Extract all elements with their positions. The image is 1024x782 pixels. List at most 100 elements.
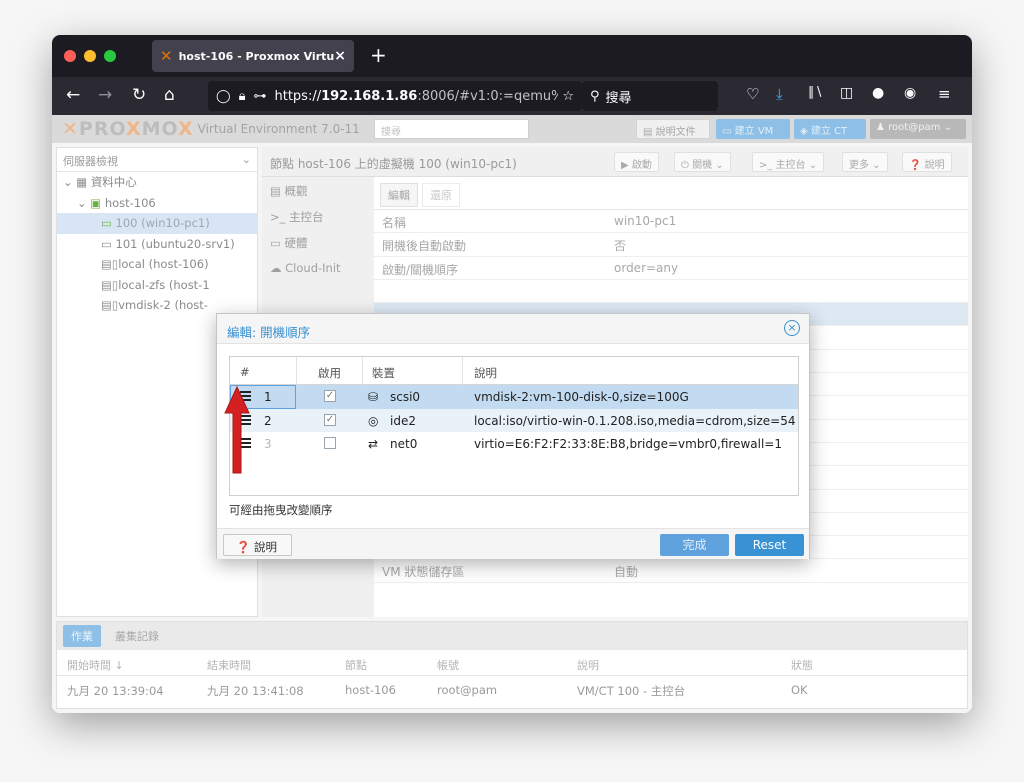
- task-tabs: 作業 叢集記錄: [57, 622, 967, 650]
- back-icon[interactable]: ←: [66, 85, 80, 105]
- option-row[interactable]: 名稱 win10-pc1: [374, 210, 968, 234]
- cdrom-icon: ◎: [368, 413, 379, 428]
- extension-icon[interactable]: ◉: [904, 85, 916, 101]
- download-icon[interactable]: ⤓: [776, 85, 783, 103]
- minimize-window-button[interactable]: [84, 50, 96, 62]
- tree-node-host[interactable]: ⌄ ▣ host-106: [57, 193, 257, 214]
- drag-hint: 可經由拖曳改變順序: [229, 503, 333, 517]
- enabled-checkbox[interactable]: ✓: [324, 390, 336, 402]
- nav-bar: ← → ↻ ⌂ ◯ 🔒︎ ⊶ https://192.168.1.86:8006…: [52, 77, 972, 115]
- tree-node-storage-local[interactable]: ▤▯local (host-106): [57, 254, 257, 275]
- create-vm-button[interactable]: ▭ 建立 VM: [716, 119, 790, 139]
- pve-header: ✕PROXMOX Virtual Environment 7.0-11 搜尋 ▤…: [52, 115, 972, 143]
- option-row[interactable]: [374, 280, 968, 304]
- view-selector[interactable]: 伺服器檢視 ⌄: [57, 148, 257, 172]
- zoom-window-button[interactable]: [104, 50, 116, 62]
- col-device[interactable]: 裝置: [372, 365, 395, 381]
- task-start: 九月 20 13:39:04: [67, 684, 164, 698]
- bookmark-star-icon[interactable]: ☆: [562, 89, 574, 104]
- boot-order-row[interactable]: 1 ✓ ⛁ scsi0 vmdisk-2:vm-100-disk-0,size=100G: [230, 385, 798, 409]
- close-window-button[interactable]: [64, 50, 76, 62]
- tab-cluster-log[interactable]: 叢集記錄: [107, 625, 167, 647]
- disk-icon: ⛁: [368, 390, 379, 404]
- task-node: host-106: [345, 683, 396, 697]
- option-row[interactable]: 開機後自動啟動 否: [374, 233, 968, 257]
- more-button[interactable]: 更多 ⌄: [842, 152, 888, 172]
- task-status: OK: [791, 683, 808, 697]
- help-label: 說明: [253, 540, 277, 554]
- col-enabled[interactable]: 啟用: [318, 365, 341, 381]
- option-row[interactable]: 啟動/關機順序 order=any: [374, 257, 968, 280]
- option-value: order=any: [614, 260, 679, 275]
- col-user[interactable]: 帳號: [437, 657, 459, 673]
- row-number: 2: [264, 413, 272, 428]
- task-row[interactable]: 九月 20 13:39:04 九月 20 13:41:08 host-106 r…: [57, 676, 967, 702]
- sidebar-icon[interactable]: ◫: [840, 85, 853, 101]
- shutdown-button[interactable]: ⏻ 關機 ⌄: [674, 152, 731, 172]
- revert-button[interactable]: 還原: [422, 183, 460, 207]
- close-icon[interactable]: ×: [784, 320, 800, 336]
- pocket-icon[interactable]: ♡: [746, 85, 759, 103]
- option-value: 否: [614, 239, 627, 254]
- option-key: VM 狀態儲存區: [382, 565, 465, 580]
- tree-node-vm-100[interactable]: ▭ 100 (win10-pc1): [57, 213, 257, 234]
- task-end: 九月 20 13:41:08: [207, 684, 304, 698]
- reset-button[interactable]: Reset: [735, 534, 804, 556]
- col-number[interactable]: #: [240, 365, 250, 379]
- device-name: net0: [390, 437, 418, 451]
- boot-order-row[interactable]: 2 ✓ ◎ ide2 local:iso/virtio-win-0.1.208.iso,…: [230, 408, 798, 432]
- tab-close-icon[interactable]: ×: [334, 48, 346, 64]
- forward-icon[interactable]: →: [98, 85, 112, 105]
- enabled-checkbox[interactable]: ✓: [324, 413, 336, 426]
- enabled-checkbox[interactable]: [324, 437, 336, 449]
- help-button[interactable]: ❓ 說明: [223, 534, 292, 556]
- device-description: local:iso/virtio-win-0.1.208.iso,media=c…: [474, 413, 796, 428]
- global-search-input[interactable]: 搜尋: [374, 119, 529, 139]
- user-menu-button[interactable]: ♟ root@pam ⌄: [870, 119, 966, 139]
- start-button[interactable]: ▶ 啟動: [614, 152, 659, 172]
- url-bar[interactable]: ◯ 🔒︎ ⊶ https://192.168.1.86:8006/#v1:0:=…: [208, 81, 582, 111]
- option-row[interactable]: VM 狀態儲存區 自動: [374, 559, 968, 583]
- help-button[interactable]: ❓ 說明: [902, 152, 952, 172]
- url-protocol: https://: [274, 88, 322, 104]
- new-tab-button[interactable]: +: [370, 43, 387, 67]
- boot-order-row[interactable]: 3 ⇄ net0 virtio=E6:F2:F2:33:8E:B8,bridge=vm…: [230, 432, 798, 456]
- proxmox-logo: ✕PROXMOX: [62, 118, 194, 140]
- tree-node-datacenter[interactable]: ⌄ ▦ 資料中心: [57, 172, 257, 193]
- row-number: 3: [264, 437, 272, 451]
- create-ct-button[interactable]: ◈ 建立 CT: [794, 119, 866, 139]
- tab-title: host-106 - Proxmox Virtual Envir: [178, 49, 335, 63]
- option-value: 自動: [614, 565, 639, 580]
- grid-header: # 啟用 裝置 說明: [230, 357, 798, 385]
- account-icon[interactable]: ●: [872, 85, 884, 101]
- nav-console[interactable]: >_ 主控台: [262, 203, 374, 229]
- nav-hardware[interactable]: ▭ 硬體: [262, 229, 374, 255]
- task-user: root@pam: [437, 683, 498, 697]
- search-bar[interactable]: ⚲ 搜尋: [582, 81, 718, 111]
- tree-node-storage-local-zfs[interactable]: ▤▯local-zfs (host-1: [57, 275, 257, 296]
- col-description[interactable]: 說明: [474, 365, 497, 381]
- tab-tasks[interactable]: 作業: [63, 625, 101, 647]
- home-icon[interactable]: ⌂: [164, 85, 175, 105]
- browser-window: ✕ host-106 - Proxmox Virtual Envir × + ←…: [52, 35, 972, 713]
- search-input[interactable]: 搜尋: [606, 87, 632, 106]
- col-status[interactable]: 狀態: [791, 657, 813, 673]
- reload-icon[interactable]: ↻: [132, 85, 146, 105]
- menu-icon[interactable]: ≡: [938, 85, 951, 103]
- browser-tab[interactable]: ✕ host-106 - Proxmox Virtual Envir ×: [152, 40, 354, 72]
- tree-node-vm-101[interactable]: ▭ 101 (ubuntu20-srv1): [57, 234, 257, 255]
- col-description[interactable]: 說明: [577, 657, 599, 673]
- col-node[interactable]: 節點: [345, 657, 367, 673]
- col-start-time[interactable]: 開始時間 ↓: [67, 657, 124, 673]
- task-panel: 作業 叢集記錄 開始時間 ↓ 結束時間 節點 帳號 說明 狀態 九月 20 13…: [56, 621, 968, 709]
- proxmox-favicon-icon: ✕: [160, 47, 173, 65]
- docs-button[interactable]: ▤ 說明文件: [636, 119, 710, 139]
- ok-button[interactable]: 完成: [660, 534, 729, 556]
- library-icon[interactable]: ∥∖: [808, 85, 823, 100]
- task-header: 開始時間 ↓ 結束時間 節點 帳號 說明 狀態: [57, 650, 967, 676]
- nav-summary[interactable]: ▤ 概觀: [262, 177, 374, 203]
- col-end-time[interactable]: 結束時間: [207, 657, 251, 673]
- console-button[interactable]: >_ 主控台 ⌄: [752, 152, 825, 172]
- nav-cloudinit[interactable]: ☁ Cloud-Init: [262, 255, 374, 281]
- edit-button[interactable]: 編輯: [380, 183, 418, 207]
